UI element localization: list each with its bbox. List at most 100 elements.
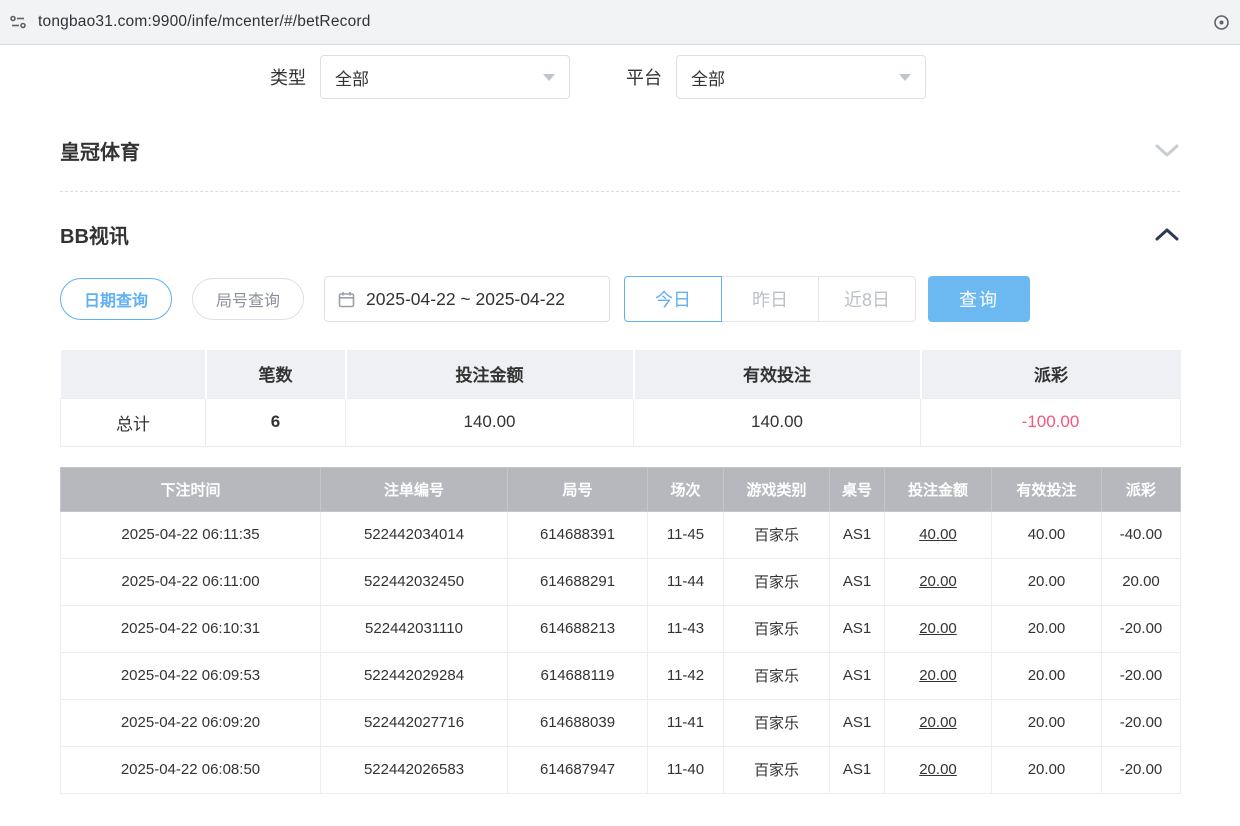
cell-table-no: AS1 <box>830 558 885 605</box>
header-game-type: 游戏类别 <box>724 467 830 511</box>
platform-filter-label: 平台 <box>626 64 662 90</box>
cell-session: 11-44 <box>648 558 724 605</box>
summary-total-payout: -100.00 <box>921 398 1181 446</box>
today-button[interactable]: 今日 <box>624 276 722 322</box>
cell-game-type: 百家乐 <box>724 605 830 652</box>
chevron-up-icon[interactable] <box>1154 227 1180 242</box>
cell-payout: -20.00 <box>1102 652 1181 699</box>
summary-total-bet-amount: 140.00 <box>346 398 634 446</box>
target-circle-icon[interactable] <box>1213 14 1230 31</box>
summary-total-row: 总计 6 140.00 140.00 -100.00 <box>61 398 1181 446</box>
round-query-tab[interactable]: 局号查询 <box>192 278 304 320</box>
cell-bet-id: 522442029284 <box>321 652 508 699</box>
quick-range-group: 今日 昨日 近8日 <box>624 276 916 322</box>
bb-video-title: BB视讯 <box>60 220 129 249</box>
section-crown-sports[interactable]: 皇冠体育 <box>60 136 1180 165</box>
bet-amount-link[interactable]: 20.00 <box>885 699 992 746</box>
url-text[interactable]: tongbao31.com:9900/infe/mcenter/#/betRec… <box>38 13 371 31</box>
cell-bet-time: 2025-04-22 06:11:35 <box>61 511 321 558</box>
cell-valid-bet: 20.00 <box>992 746 1102 793</box>
cell-session: 11-42 <box>648 652 724 699</box>
date-range-value: 2025-04-22 ~ 2025-04-22 <box>366 289 565 310</box>
summary-header-blank <box>61 350 206 398</box>
calendar-icon <box>338 291 355 308</box>
cell-game-type: 百家乐 <box>724 558 830 605</box>
chevron-down-icon <box>543 74 555 81</box>
table-row: 2025-04-22 06:09:20 522442027716 6146880… <box>61 699 1181 746</box>
bet-table-body: 2025-04-22 06:11:35 522442034014 6146883… <box>61 511 1181 793</box>
cell-round-id: 614688213 <box>508 605 648 652</box>
cell-session: 11-45 <box>648 511 724 558</box>
header-bet-time: 下注时间 <box>61 467 321 511</box>
bet-amount-link[interactable]: 20.00 <box>885 746 992 793</box>
filter-row: 类型 全部 平台 全部 <box>270 55 1180 99</box>
cell-table-no: AS1 <box>830 699 885 746</box>
yesterday-button[interactable]: 昨日 <box>721 276 819 322</box>
bet-record-page: 类型 全部 平台 全部 皇冠体育 BB视讯 日期查询 局号查询 <box>0 55 1240 826</box>
type-select-value: 全部 <box>335 65 369 90</box>
chevron-down-icon[interactable] <box>1154 143 1180 158</box>
cell-table-no: AS1 <box>830 511 885 558</box>
summary-total-valid-bet: 140.00 <box>634 398 921 446</box>
bet-amount-link[interactable]: 40.00 <box>885 511 992 558</box>
browser-address-bar: tongbao31.com:9900/infe/mcenter/#/betRec… <box>0 0 1240 45</box>
section-bb-video[interactable]: BB视讯 <box>60 220 1180 249</box>
cell-valid-bet: 20.00 <box>992 605 1102 652</box>
cell-game-type: 百家乐 <box>724 511 830 558</box>
query-toolbar: 日期查询 局号查询 2025-04-22 ~ 2025-04-22 今日 昨日 … <box>60 276 1180 322</box>
cell-round-id: 614688291 <box>508 558 648 605</box>
summary-table-header: 笔数 投注金额 有效投注 派彩 <box>61 350 1181 398</box>
header-session: 场次 <box>648 467 724 511</box>
header-bet-amount: 投注金额 <box>885 467 992 511</box>
crown-sports-title: 皇冠体育 <box>60 136 140 165</box>
date-range-picker[interactable]: 2025-04-22 ~ 2025-04-22 <box>324 276 610 322</box>
cell-payout: 20.00 <box>1102 558 1181 605</box>
cell-bet-id: 522442027716 <box>321 699 508 746</box>
header-valid-bet: 有效投注 <box>992 467 1102 511</box>
cell-game-type: 百家乐 <box>724 699 830 746</box>
platform-select[interactable]: 全部 <box>676 55 926 99</box>
cell-bet-time: 2025-04-22 06:09:20 <box>61 699 321 746</box>
cell-session: 11-43 <box>648 605 724 652</box>
cell-round-id: 614688391 <box>508 511 648 558</box>
cell-table-no: AS1 <box>830 746 885 793</box>
cell-game-type: 百家乐 <box>724 746 830 793</box>
header-table-no: 桌号 <box>830 467 885 511</box>
type-filter-label: 类型 <box>270 64 306 90</box>
cell-payout: -20.00 <box>1102 746 1181 793</box>
cell-valid-bet: 20.00 <box>992 558 1102 605</box>
cell-valid-bet: 20.00 <box>992 699 1102 746</box>
last-8-days-button[interactable]: 近8日 <box>818 276 916 322</box>
type-select[interactable]: 全部 <box>320 55 570 99</box>
summary-header-payout: 派彩 <box>921 350 1181 398</box>
cell-round-id: 614688119 <box>508 652 648 699</box>
cell-bet-id: 522442032450 <box>321 558 508 605</box>
bet-amount-link[interactable]: 20.00 <box>885 605 992 652</box>
date-query-tab[interactable]: 日期查询 <box>60 278 172 320</box>
cell-bet-time: 2025-04-22 06:08:50 <box>61 746 321 793</box>
bet-records-table: 下注时间 注单编号 局号 场次 游戏类别 桌号 投注金额 有效投注 派彩 202… <box>60 467 1181 794</box>
site-settings-icon[interactable] <box>8 12 28 32</box>
chevron-down-icon <box>899 74 911 81</box>
summary-header-valid-bet: 有效投注 <box>634 350 921 398</box>
section-divider <box>60 191 1180 192</box>
cell-valid-bet: 20.00 <box>992 652 1102 699</box>
summary-table: 笔数 投注金额 有效投注 派彩 总计 6 140.00 140.00 -100.… <box>60 350 1181 447</box>
bet-amount-link[interactable]: 20.00 <box>885 558 992 605</box>
summary-total-label: 总计 <box>61 398 206 446</box>
cell-payout: -20.00 <box>1102 605 1181 652</box>
summary-total-count: 6 <box>206 398 346 446</box>
bet-table-header: 下注时间 注单编号 局号 场次 游戏类别 桌号 投注金额 有效投注 派彩 <box>61 467 1181 511</box>
bet-amount-link[interactable]: 20.00 <box>885 652 992 699</box>
table-row: 2025-04-22 06:11:00 522442032450 6146882… <box>61 558 1181 605</box>
cell-table-no: AS1 <box>830 605 885 652</box>
cell-bet-time: 2025-04-22 06:09:53 <box>61 652 321 699</box>
cell-bet-id: 522442026583 <box>321 746 508 793</box>
summary-header-bet-amount: 投注金额 <box>346 350 634 398</box>
search-button[interactable]: 查询 <box>928 276 1030 322</box>
cell-bet-id: 522442034014 <box>321 511 508 558</box>
cell-payout: -40.00 <box>1102 511 1181 558</box>
table-row: 2025-04-22 06:11:35 522442034014 6146883… <box>61 511 1181 558</box>
header-bet-id: 注单编号 <box>321 467 508 511</box>
header-payout: 派彩 <box>1102 467 1181 511</box>
